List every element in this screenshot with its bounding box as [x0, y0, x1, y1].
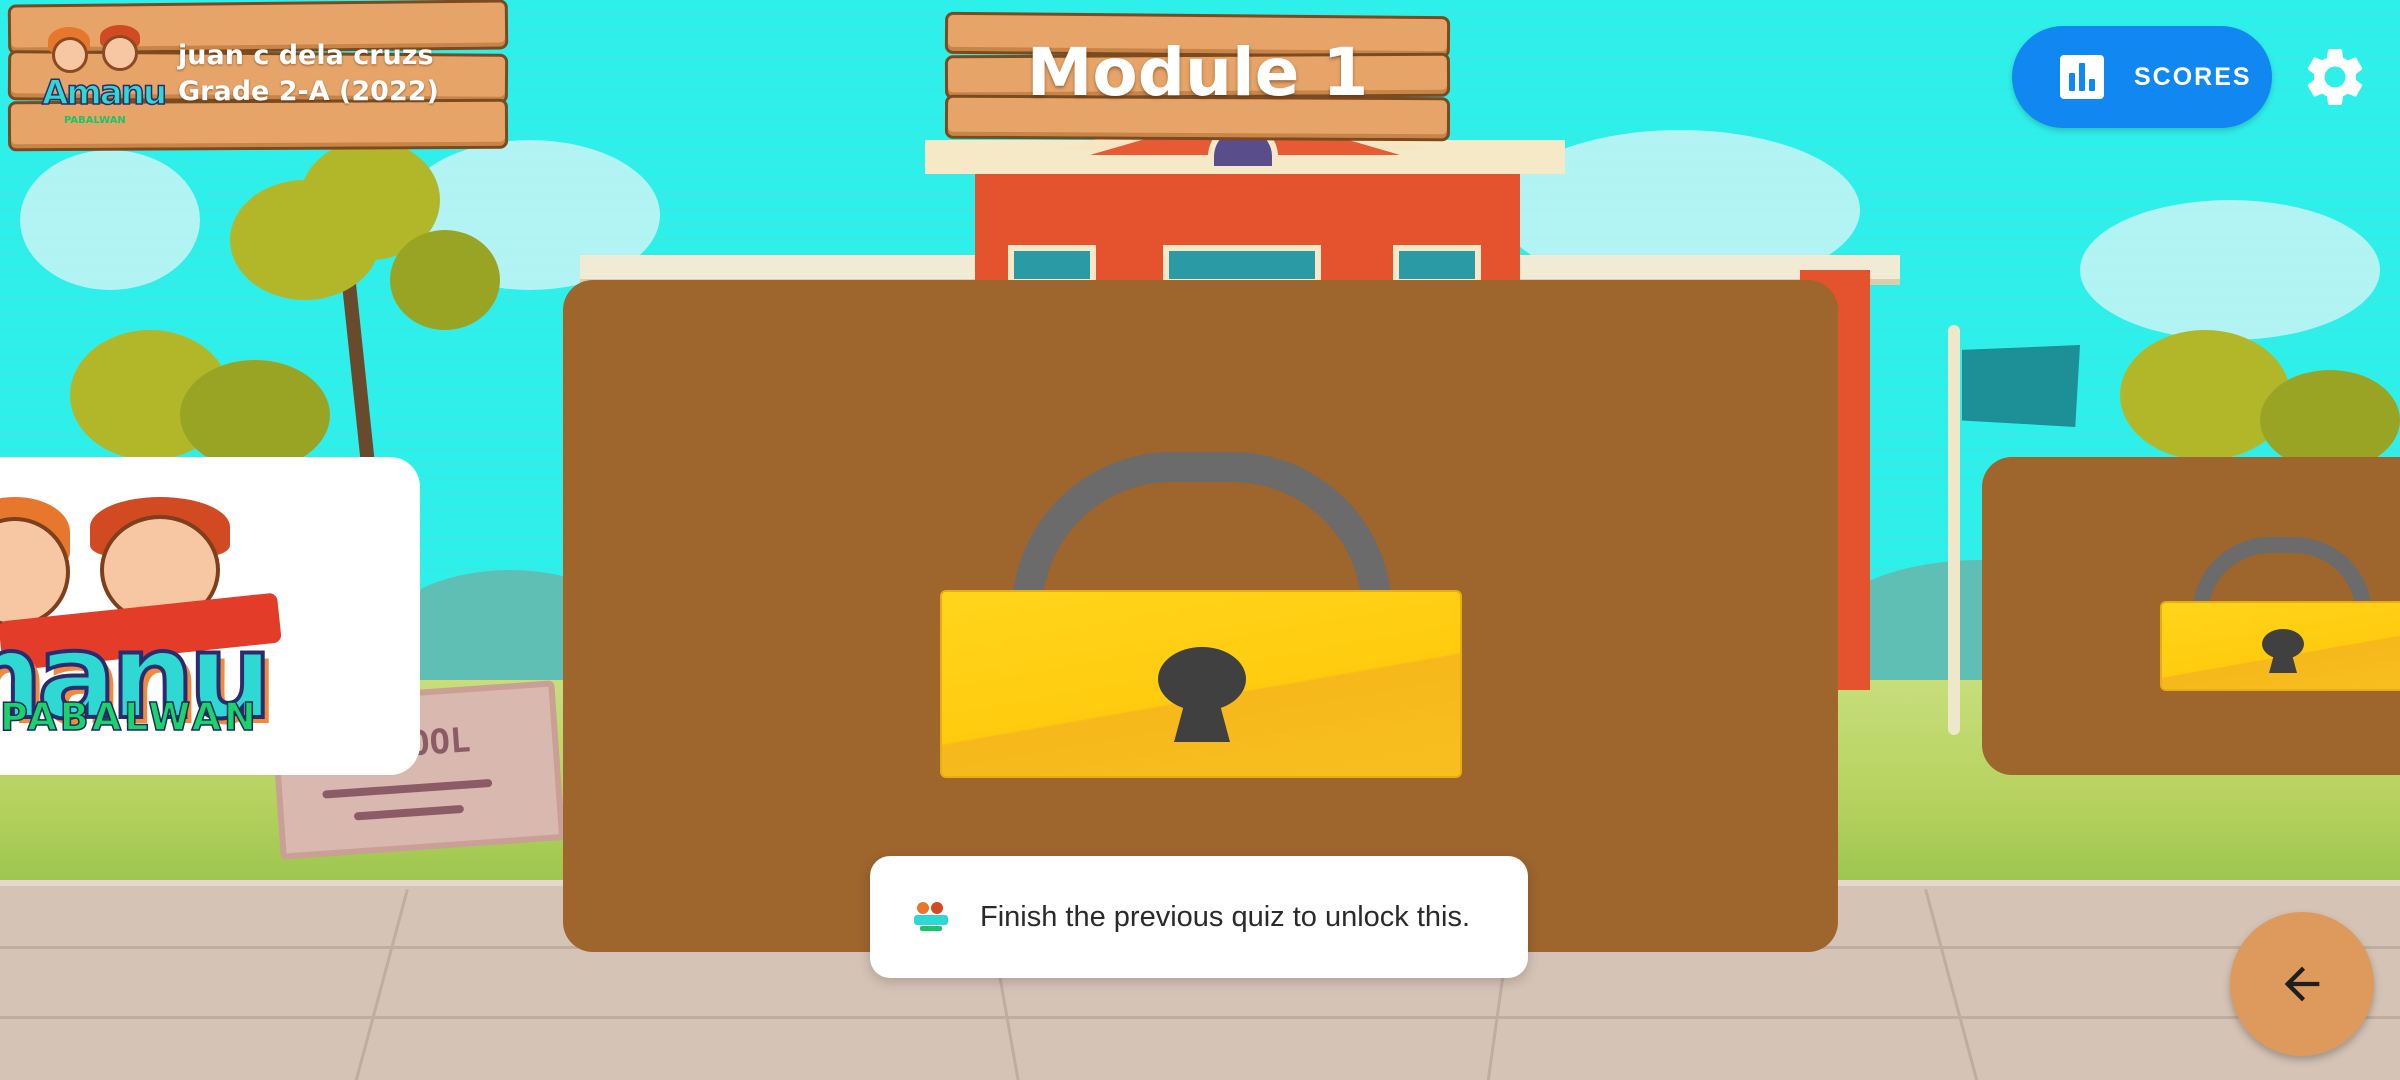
back-button[interactable]: [2230, 912, 2374, 1056]
scores-label: SCORES: [2134, 62, 2252, 91]
gear-icon[interactable]: [2300, 42, 2370, 112]
user-info-board: Amanu PABALWAN juan c dela cruzs Grade 2…: [7, 0, 509, 152]
user-grade: Grade 2-A (2022): [178, 76, 439, 107]
quiz-card-previous[interactable]: manu PABALWAN: [0, 457, 420, 775]
padlock-icon: [940, 452, 1462, 812]
flag: [1962, 345, 2080, 427]
padlock-icon: [2160, 537, 2400, 707]
flagpole: [1948, 325, 1960, 735]
bar-chart-icon: [2060, 55, 2104, 99]
page-title: Module 1: [1026, 34, 1369, 111]
school-window: [1393, 245, 1481, 285]
cloud: [20, 150, 200, 290]
scores-button[interactable]: SCORES: [2012, 26, 2272, 128]
module-title-board: Module 1: [944, 11, 1451, 142]
toast-notification: Finish the previous quiz to unlock this.: [870, 856, 1528, 978]
toast-message: Finish the previous quiz to unlock this.: [980, 900, 1471, 933]
arrow-left-icon: [2284, 966, 2320, 1002]
cloud: [2080, 200, 2380, 340]
user-name: juan c dela cruzs: [178, 40, 434, 71]
app-logo: Amanu PABALWAN: [38, 25, 168, 126]
app-logo-icon: [914, 902, 948, 932]
quiz-card-current[interactable]: [563, 280, 1838, 952]
quiz-card-next[interactable]: [1982, 457, 2400, 775]
logo-subtext: PABALWAN: [0, 694, 259, 740]
school-window: [1008, 245, 1096, 285]
school-window: [1163, 245, 1321, 285]
